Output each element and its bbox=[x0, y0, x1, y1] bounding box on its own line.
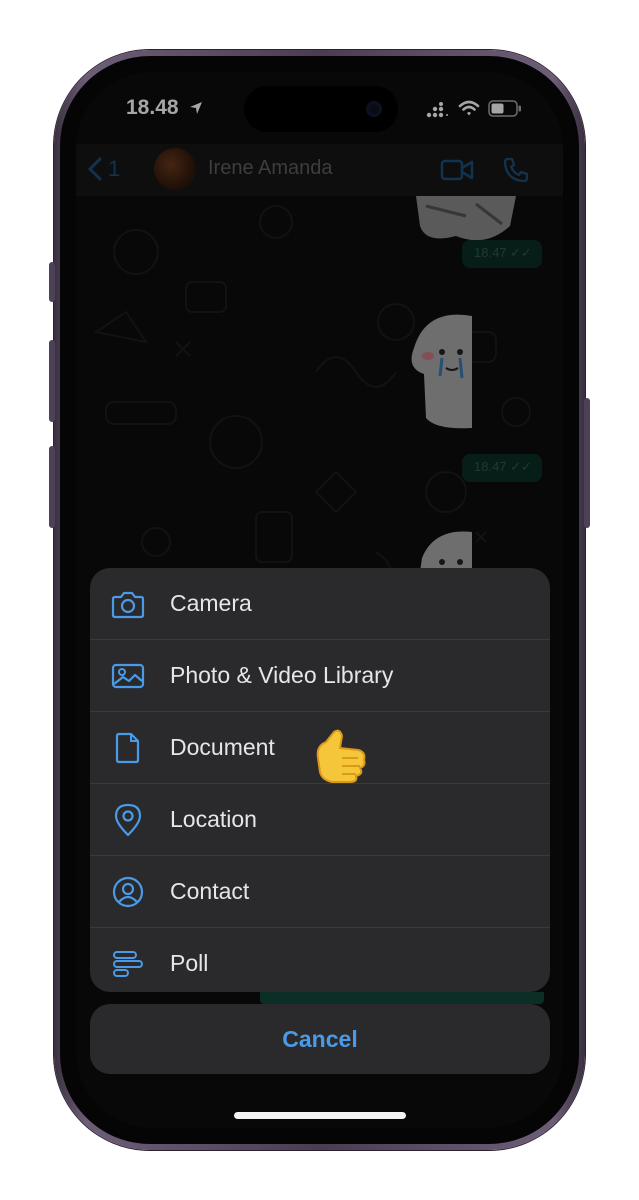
volume-down-button bbox=[49, 446, 55, 528]
home-indicator[interactable] bbox=[234, 1112, 406, 1119]
contact-icon bbox=[110, 874, 146, 910]
poll-icon bbox=[110, 946, 146, 982]
location-pin-icon bbox=[110, 802, 146, 838]
power-button bbox=[584, 398, 590, 528]
action-label: Location bbox=[170, 806, 257, 832]
action-location[interactable]: Location bbox=[90, 784, 550, 856]
action-label: Camera bbox=[170, 590, 252, 616]
message-bubble-peek bbox=[260, 992, 544, 1004]
action-photo-video-library[interactable]: Photo & Video Library bbox=[90, 640, 550, 712]
cancel-button[interactable]: Cancel bbox=[90, 1004, 550, 1074]
volume-up-button bbox=[49, 340, 55, 422]
action-poll[interactable]: Poll bbox=[90, 928, 550, 992]
action-camera[interactable]: Camera bbox=[90, 568, 550, 640]
action-label: Document bbox=[170, 734, 275, 760]
action-contact[interactable]: Contact bbox=[90, 856, 550, 928]
photo-icon bbox=[110, 658, 146, 694]
action-label: Poll bbox=[170, 950, 209, 976]
screen: 1 Irene Amanda 18.48 18.47 ✓✓ 18.47 ✓✓ C… bbox=[76, 72, 563, 1128]
document-icon bbox=[110, 730, 146, 766]
thumbs-up-emoji bbox=[316, 729, 366, 783]
action-label: Photo & Video Library bbox=[170, 662, 394, 688]
camera-icon bbox=[110, 586, 146, 622]
action-label: Contact bbox=[170, 878, 250, 904]
action-button bbox=[49, 262, 55, 302]
cancel-label: Cancel bbox=[282, 1025, 358, 1052]
